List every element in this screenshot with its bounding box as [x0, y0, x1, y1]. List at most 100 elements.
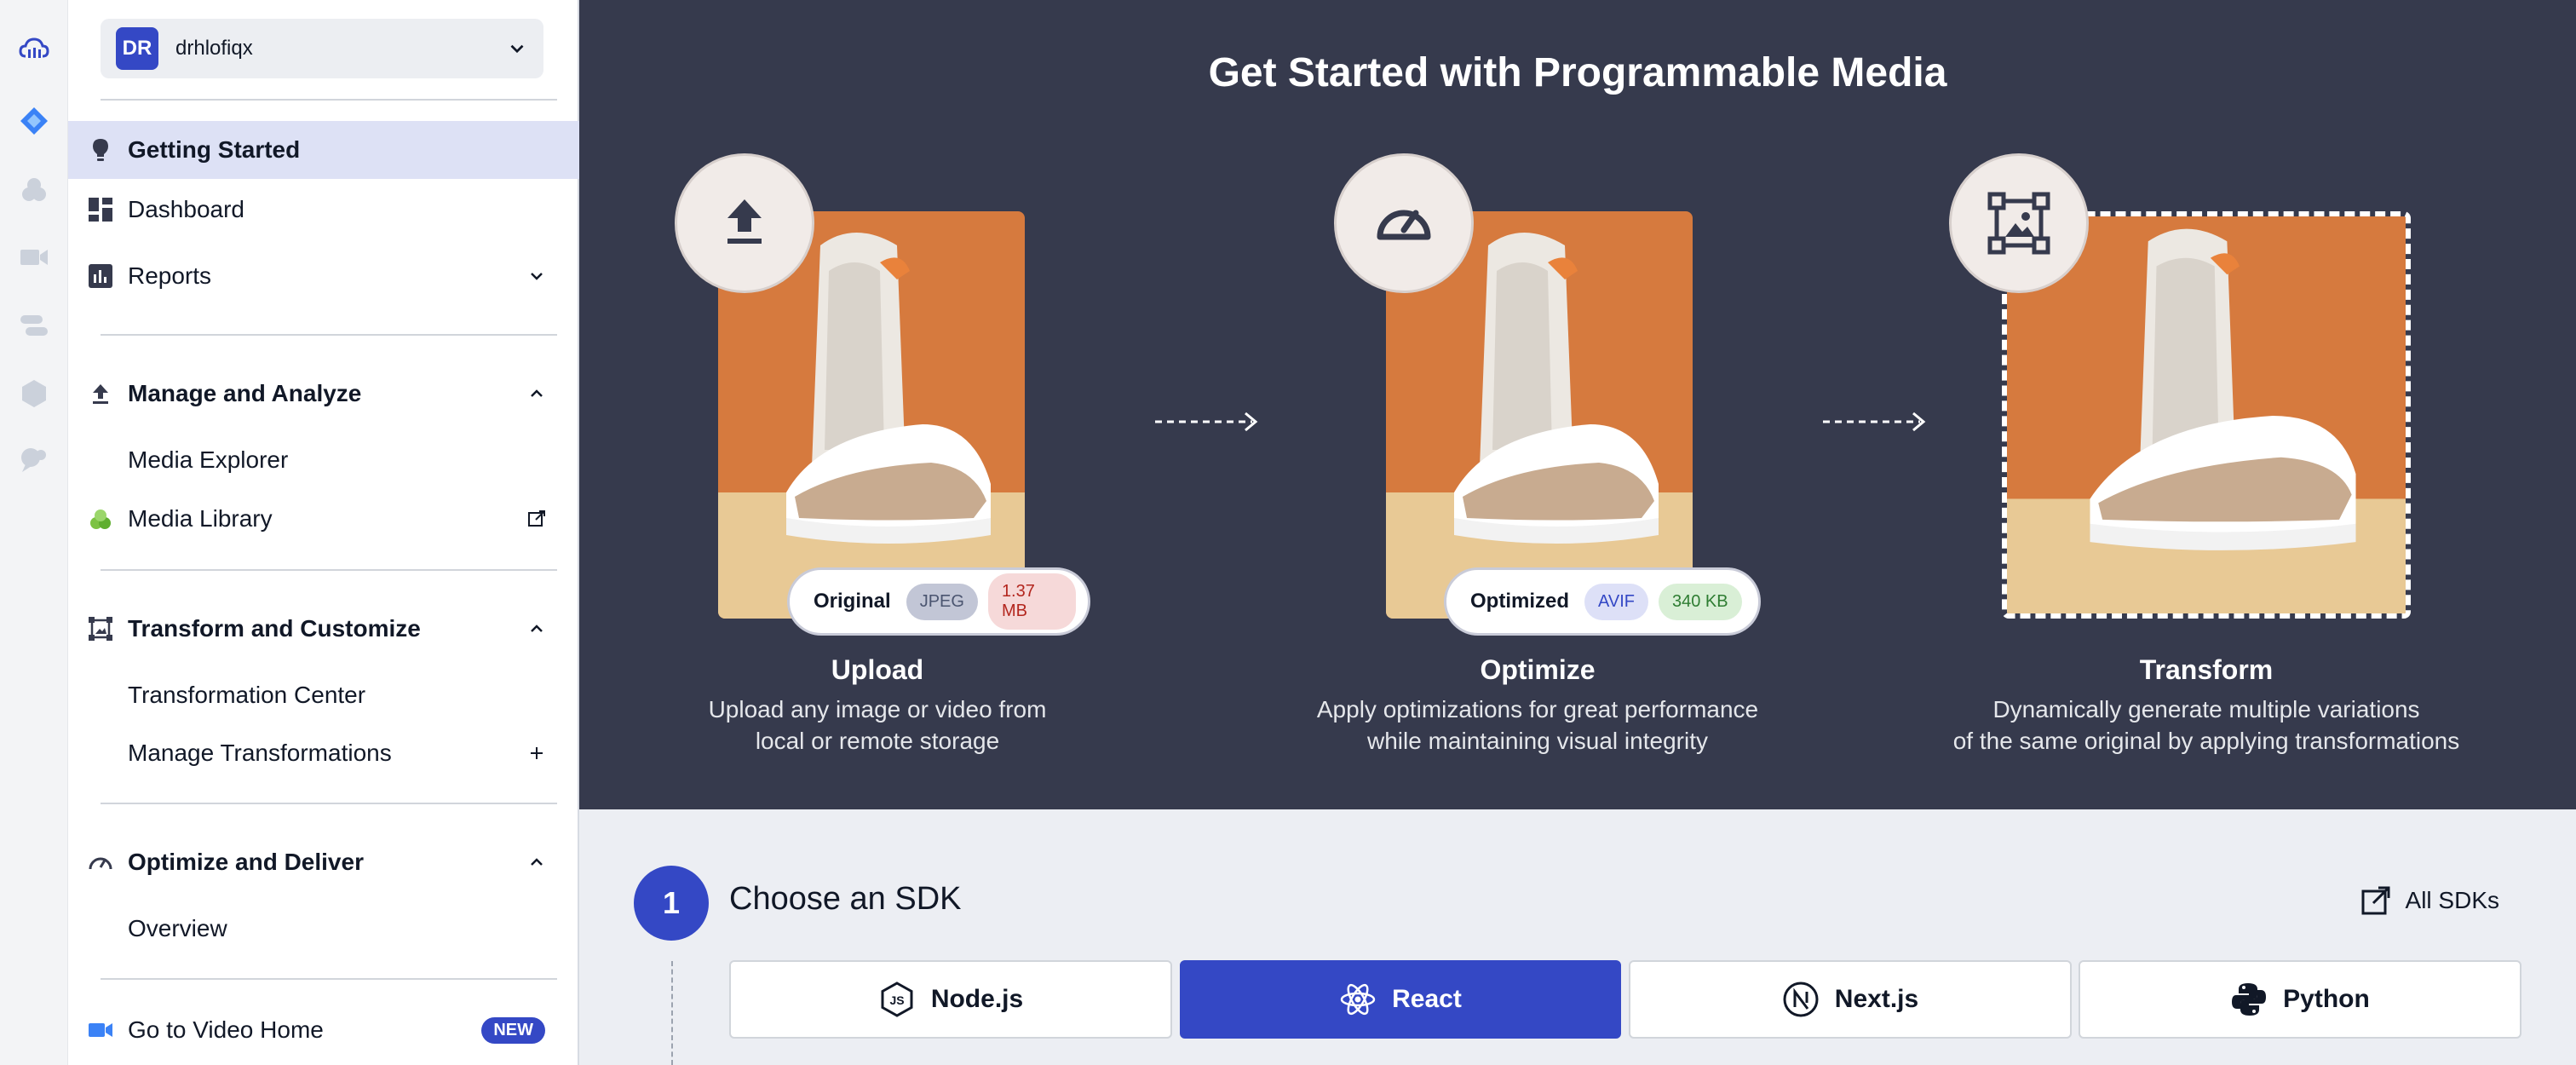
icon-rail: [0, 0, 68, 1065]
original-info-pill: Original JPEG 1.37 MB: [787, 567, 1090, 636]
transform-desc-line2: of the same original by applying transfo…: [1952, 728, 2460, 754]
avatar: DR: [116, 27, 158, 70]
upload-desc-line1: Upload any image or video from: [708, 696, 1047, 722]
divider: [101, 569, 557, 571]
divider: [101, 978, 557, 980]
nav-reports[interactable]: Reports: [68, 247, 579, 305]
external-link-icon: [2361, 886, 2390, 915]
gauge-icon: [1377, 210, 1431, 240]
sdk-option-nextjs[interactable]: Next.js: [1629, 960, 2072, 1039]
nav-dashboard[interactable]: Dashboard: [68, 181, 579, 239]
account-name: drhlofiqx: [175, 37, 253, 60]
sdk-option-nodejs[interactable]: JS Node.js: [729, 960, 1172, 1039]
sdk-option-python[interactable]: Python: [2079, 960, 2521, 1039]
arrow-right-icon: [1823, 412, 1926, 432]
dashboard-icon: [85, 194, 116, 225]
external-link-icon[interactable]: [525, 507, 549, 531]
divider: [101, 99, 557, 101]
lightbulb-icon: [85, 135, 116, 165]
nav-video-home[interactable]: Go to Video Home NEW: [68, 1001, 579, 1059]
react-icon: [1340, 983, 1376, 1016]
python-icon: [2232, 983, 2267, 1016]
nav-label: Go to Video Home: [128, 1016, 324, 1043]
nav-getting-started[interactable]: Getting Started: [68, 121, 579, 179]
sdk-label: Next.js: [1834, 985, 1919, 1013]
hexagon-icon[interactable]: [15, 375, 53, 412]
chevron-up-icon[interactable]: [525, 617, 549, 641]
format-badge: AVIF: [1584, 583, 1648, 620]
chevron-down-icon[interactable]: [525, 264, 549, 288]
assets-icon[interactable]: [15, 170, 53, 208]
nav-label: Getting Started: [128, 136, 301, 163]
plus-icon[interactable]: [525, 741, 549, 765]
nav-label: Reports: [128, 262, 212, 289]
all-sdks-link[interactable]: All SDKs: [2360, 884, 2499, 917]
transform-icon: [85, 613, 116, 644]
nav-label: Dashboard: [128, 196, 244, 222]
step-number: 1: [634, 866, 709, 941]
sdk-label: Node.js: [930, 985, 1024, 1013]
transform-title: Transform: [2139, 654, 2274, 685]
nodejs-icon: JS: [881, 982, 913, 1017]
optimized-info-pill: Optimized AVIF 340 KB: [1444, 567, 1761, 636]
nav-optimize-deliver[interactable]: Optimize and Deliver: [68, 833, 579, 891]
nav-manage-analyze[interactable]: Manage and Analyze: [68, 365, 579, 423]
nav-label: Manage and Analyze: [128, 380, 362, 406]
size-badge: 1.37 MB: [987, 573, 1076, 630]
programmable-media-icon[interactable]: [15, 102, 53, 140]
sdk-heading: Choose an SDK: [729, 881, 962, 917]
optimize-desc-line2: while maintaining visual integrity: [1367, 728, 1708, 754]
cloudinary-logo-icon[interactable]: [15, 31, 53, 68]
optimize-circle: [1334, 153, 1474, 293]
chevron-down-icon: [510, 44, 524, 54]
nav-label: Media Library: [128, 505, 273, 532]
nav-media-explorer[interactable]: Media Explorer: [68, 431, 579, 489]
sdk-label: Python: [2283, 985, 2370, 1013]
nav-label: Optimize and Deliver: [128, 849, 364, 875]
media-library-icon: [85, 504, 116, 534]
gauge-icon: [85, 847, 116, 878]
upload-icon: [85, 378, 116, 409]
nav-media-library[interactable]: Media Library: [68, 490, 579, 548]
svg-text:JS: JS: [889, 993, 904, 1007]
connect-icon[interactable]: [15, 307, 53, 344]
nav-label: Overview: [128, 915, 227, 941]
chat-icon[interactable]: [15, 441, 53, 479]
reports-icon: [85, 261, 116, 291]
upload-icon: [727, 199, 762, 244]
divider: [101, 334, 557, 336]
all-sdks-label: All SDKs: [2405, 887, 2499, 913]
transform-icon: [1987, 192, 2050, 255]
upload-title: Upload: [831, 654, 924, 685]
arrow-right-icon: [1155, 412, 1258, 432]
optimize-title: Optimize: [1480, 654, 1596, 685]
optimize-desc-line1: Apply optimizations for great performanc…: [1316, 696, 1759, 722]
nav-manage-transformations[interactable]: Manage Transformations: [68, 724, 579, 782]
nav-label: Media Explorer: [128, 446, 289, 473]
video-camera-icon: [85, 1015, 116, 1045]
video-icon[interactable]: [15, 239, 53, 276]
upload-desc-line2: local or remote storage: [755, 728, 1000, 754]
pill-label: Original: [814, 590, 891, 613]
chevron-up-icon[interactable]: [525, 850, 549, 874]
nav-transform-customize[interactable]: Transform and Customize: [68, 600, 579, 658]
sdk-label: React: [1392, 985, 1462, 1013]
transform-circle: [1949, 153, 2089, 293]
nav-transformation-center[interactable]: Transformation Center: [68, 666, 579, 724]
upload-circle: [675, 153, 814, 293]
sdk-option-react[interactable]: React: [1180, 960, 1621, 1039]
hero-banner: Get Started with Programmable Media Orig…: [579, 0, 2576, 809]
page-title: Get Started with Programmable Media: [1208, 50, 1947, 95]
format-badge: JPEG: [906, 583, 978, 620]
chevron-up-icon[interactable]: [525, 382, 549, 406]
sidebar: DR drhlofiqx Getting Started Dashboard R…: [68, 0, 579, 1065]
new-badge: NEW: [481, 1016, 545, 1044]
main-content: Get Started with Programmable Media Orig…: [579, 0, 2576, 1065]
nextjs-icon: [1783, 982, 1819, 1017]
nav-label: Transformation Center: [128, 682, 366, 708]
nav-label: Transform and Customize: [128, 615, 421, 642]
pill-label: Optimized: [1470, 590, 1570, 613]
account-switcher[interactable]: DR drhlofiqx: [101, 19, 543, 78]
nav-overview[interactable]: Overview: [68, 900, 579, 958]
divider: [101, 803, 557, 804]
